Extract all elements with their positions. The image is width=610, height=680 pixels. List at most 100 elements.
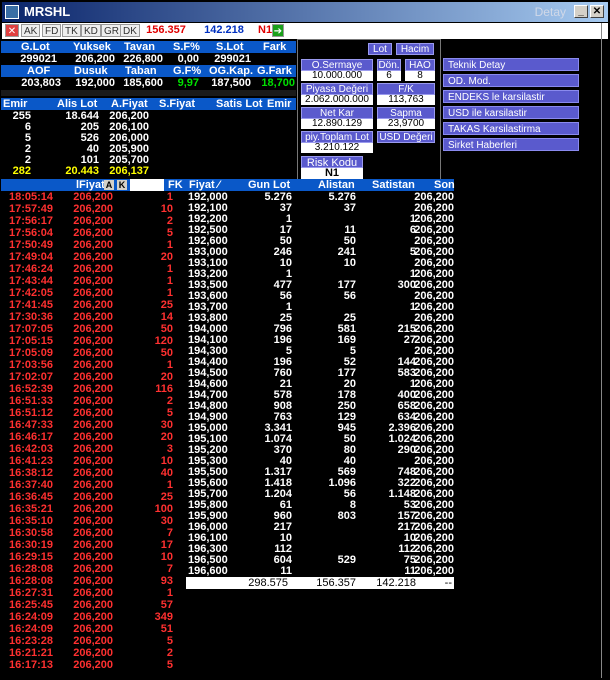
- trade-time: 16:29:15: [9, 551, 54, 563]
- trade-time: 16:38:12: [9, 467, 54, 479]
- tab-tk[interactable]: TK: [62, 24, 81, 37]
- trade-time: 16:21:21: [9, 647, 54, 659]
- depth-emir: 282: [12, 165, 31, 177]
- don-value: 6: [377, 71, 401, 81]
- sort-a-button[interactable]: A: [104, 180, 114, 190]
- trade-price: 206,200: [73, 563, 113, 575]
- trade-lot: 5: [166, 635, 173, 647]
- trade-price: 206,200: [73, 479, 113, 491]
- tab-fd[interactable]: FD: [42, 24, 62, 37]
- dist-gun-lot: 10: [279, 257, 292, 269]
- trade-lot: 2: [166, 647, 173, 659]
- trades-filter-input[interactable]: [130, 179, 164, 191]
- trade-price: 206,200: [73, 587, 113, 599]
- dist-satistan: 583: [397, 367, 416, 379]
- close-icon[interactable]: ✕: [5, 24, 19, 37]
- trade-price: 206,200: [73, 467, 113, 479]
- trade-price: 206,200: [73, 407, 113, 419]
- o-sermaye-value: 10.000.000: [301, 71, 373, 81]
- lot-button[interactable]: Lot: [368, 43, 392, 55]
- trade-time: 16:52:39: [9, 383, 54, 395]
- header-aof: AOF: [27, 65, 51, 77]
- dist-satistan: 300: [397, 279, 416, 291]
- header-fk: FK: [168, 179, 183, 191]
- trade-lot: 1: [166, 191, 173, 203]
- depth-row[interactable]: 282 20.443 206,137: [1, 166, 296, 177]
- menu-usd-karsilastir[interactable]: USD ile karsilastir: [443, 106, 579, 119]
- toolbar-sell-total: 156.357: [146, 24, 186, 36]
- dist-alistan: 169: [337, 334, 356, 346]
- depth-table: 255 18.644 206,200 6 205 206,100 5 526 206,000 2 4…: [1, 111, 296, 177]
- toolbar-buy-total: 142.218: [204, 24, 244, 36]
- sort-k-button[interactable]: K: [117, 180, 127, 190]
- trade-lot: 5: [166, 227, 173, 239]
- trade-price: 206,200: [73, 491, 113, 503]
- trade-price: 206,200: [73, 395, 113, 407]
- trade-time: 16:47:33: [9, 419, 54, 431]
- trade-lot: 93: [160, 575, 173, 587]
- dist-satistan: 1: [409, 301, 416, 313]
- trade-price: 206,200: [73, 227, 113, 239]
- trade-time: 16:17:13: [9, 659, 54, 671]
- menu-takas-karsilastirma[interactable]: TAKAS Karsilastirma: [443, 122, 579, 135]
- trade-time: 16:46:17: [9, 431, 54, 443]
- trade-price: 206,200: [73, 335, 113, 347]
- trade-price: 206,200: [73, 371, 113, 383]
- menu-sirket-haberleri[interactable]: Sirket Haberleri: [443, 138, 579, 151]
- trade-time: 16:37:40: [9, 479, 54, 491]
- trade-time: 16:35:10: [9, 515, 54, 527]
- trade-row[interactable]: 16:17:13 206,200 5: [1, 660, 179, 672]
- title-bar[interactable]: MRSHL Detay _ ✕: [2, 2, 608, 22]
- trade-price: 206,200: [73, 347, 113, 359]
- menu-endeks-karsilastir[interactable]: ENDEKS le karsilastir: [443, 90, 579, 103]
- trade-lot: 25: [160, 491, 173, 503]
- menu-teknik-detay[interactable]: Teknik Detay: [443, 58, 579, 71]
- trade-time: 16:30:19: [9, 539, 54, 551]
- distribution-header: Fiyat ⁄ Gun Lot Alistan Satistan Son: [186, 179, 455, 191]
- total-satistan: 142.218: [376, 577, 416, 589]
- header-sf: S.F%: [173, 41, 200, 53]
- usd-degeri-button[interactable]: USD Değeri: [377, 131, 435, 143]
- tab-kd[interactable]: KD: [81, 24, 101, 37]
- dist-gun-lot: 11: [280, 565, 292, 577]
- piyasa-degeri-value: 2.062.000.000: [301, 95, 373, 105]
- trade-lot: 1: [166, 263, 173, 275]
- distribution-row[interactable]: 196,600 11 11 206,200: [186, 566, 454, 577]
- value-sf: 0,00: [177, 53, 199, 65]
- trade-price: 206,200: [73, 215, 113, 227]
- dist-alistan: 37: [343, 202, 356, 214]
- hacim-button[interactable]: Hacim: [396, 43, 434, 55]
- trade-time: 16:30:58: [9, 527, 54, 539]
- trade-lot: 10: [160, 551, 173, 563]
- trade-price: 206,200: [73, 503, 113, 515]
- trade-time: 17:02:07: [9, 371, 54, 383]
- tab-ak[interactable]: AK: [21, 24, 41, 37]
- depth-alis-lot: 20.443: [65, 165, 99, 177]
- tab-dk[interactable]: DK: [120, 24, 140, 37]
- splitter[interactable]: [1, 90, 296, 96]
- menu-od-mod[interactable]: OD. Mod.: [443, 74, 579, 87]
- info-panel: Lot Hacim O.Sermaye 10.000.000 Dön. 6 HA…: [297, 39, 441, 181]
- trade-time: 17:30:36: [9, 311, 54, 323]
- close-button[interactable]: ✕: [590, 5, 604, 18]
- dist-alistan: 529: [337, 554, 356, 566]
- go-arrow-icon[interactable]: ➔: [272, 24, 284, 37]
- trade-lot: 25: [160, 299, 173, 311]
- header-lfiyat: lFiyat: [76, 179, 105, 191]
- trade-price: 206,200: [73, 419, 113, 431]
- dist-satistan: 11: [404, 565, 416, 577]
- trade-lot: 2: [166, 395, 173, 407]
- total-gun-lot: 298.575: [248, 577, 288, 589]
- tab-gr[interactable]: GR: [101, 24, 122, 37]
- trade-time: 17:50:49: [9, 239, 54, 251]
- fk-value: 113,763: [377, 95, 435, 105]
- trade-price: 206,200: [73, 431, 113, 443]
- trade-lot: 1: [166, 587, 173, 599]
- distribution-totals: 298.575 156.357 142.218 --: [186, 577, 454, 589]
- minimize-button[interactable]: _: [574, 5, 588, 18]
- trade-lot: 10: [160, 455, 173, 467]
- trade-time: 17:42:05: [9, 287, 54, 299]
- trade-lot: 17: [160, 539, 173, 551]
- risk-kodu-value: N1: [301, 168, 363, 179]
- trade-lot: 57: [160, 599, 173, 611]
